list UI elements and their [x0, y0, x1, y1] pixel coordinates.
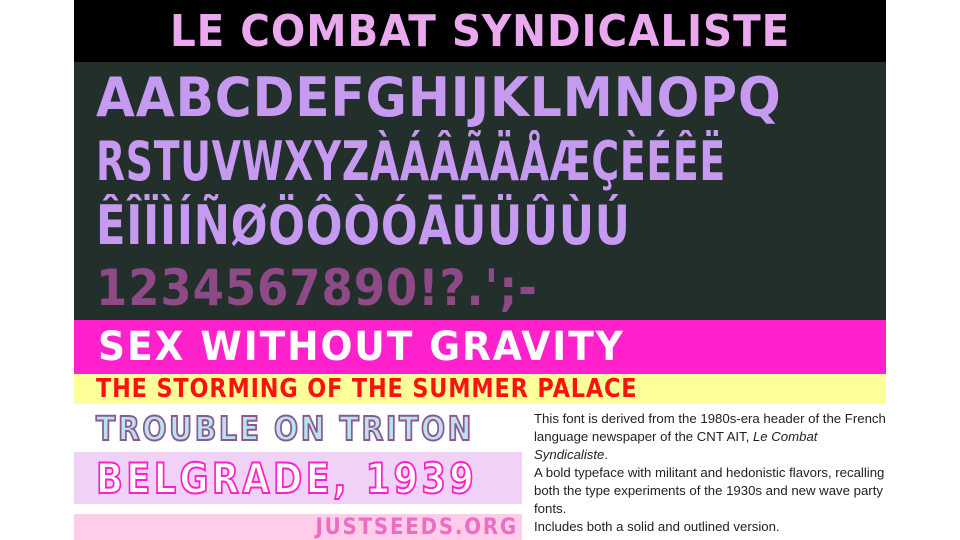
- sample-storming: THE STORMING OF THE SUMMER PALACE: [74, 374, 886, 404]
- sample-justseeds: JUSTSEEDS.ORG: [74, 514, 522, 540]
- description-paragraph-2: A bold typeface with militant and hedoni…: [534, 465, 885, 516]
- sample-triton: TROUBLE ON TRITON: [74, 404, 522, 452]
- description-paragraph-1: This font is derived from the 1980s-era …: [534, 410, 886, 464]
- glyph-row-uppercase-2: RSTUVWXYZÀÁÂÃÄÅÆÇÈÉÊË: [96, 132, 876, 192]
- title-band: Le Combat Syndicaliste: [74, 0, 886, 62]
- font-title: Le Combat Syndicaliste: [169, 5, 791, 57]
- description-paragraph-3: Includes both a solid and outlined versi…: [534, 519, 780, 534]
- description-text: .: [604, 447, 609, 462]
- sample-text: THE STORMING OF THE SUMMER PALACE: [96, 374, 638, 404]
- sample-belgrade: BELGRADE, 1939: [74, 452, 522, 504]
- sample-text: SEX WITHOUT GRAVITY: [98, 324, 625, 370]
- glyph-row-text: ÊÎÏÌÍÑØÖÔÒÓĀŪÜÛÙÚ: [96, 194, 631, 257]
- sample-sex-without-gravity: SEX WITHOUT GRAVITY: [74, 320, 886, 374]
- font-description: This font is derived from the 1980s-era …: [534, 410, 886, 536]
- sample-text: JUSTSEEDS.ORG: [315, 514, 518, 540]
- sample-text: BELGRADE, 1939: [95, 453, 478, 504]
- description-text: This font is derived from the 1980s-era …: [534, 411, 886, 444]
- glyph-row-text: AABCDEFGHIJKLMNOPQ: [96, 66, 782, 129]
- sample-text: TROUBLE ON TRITON: [95, 408, 474, 449]
- glyph-panel: AABCDEFGHIJKLMNOPQ RSTUVWXYZÀÁÂÃÄÅÆÇÈÉÊË…: [74, 62, 886, 320]
- glyph-row-text: RSTUVWXYZÀÁÂÃÄÅÆÇÈÉÊË: [96, 130, 726, 193]
- glyph-row-text: 1234567890!?.';-: [96, 259, 538, 317]
- specimen-sheet: Le Combat Syndicaliste AABCDEFGHIJKLMNOP…: [74, 0, 886, 540]
- glyph-row-uppercase-1: AABCDEFGHIJKLMNOPQ: [96, 68, 876, 128]
- glyph-row-accented: ÊÎÏÌÍÑØÖÔÒÓĀŪÜÛÙÚ: [96, 196, 876, 256]
- glyph-row-numerals: 1234567890!?.';-: [96, 258, 876, 318]
